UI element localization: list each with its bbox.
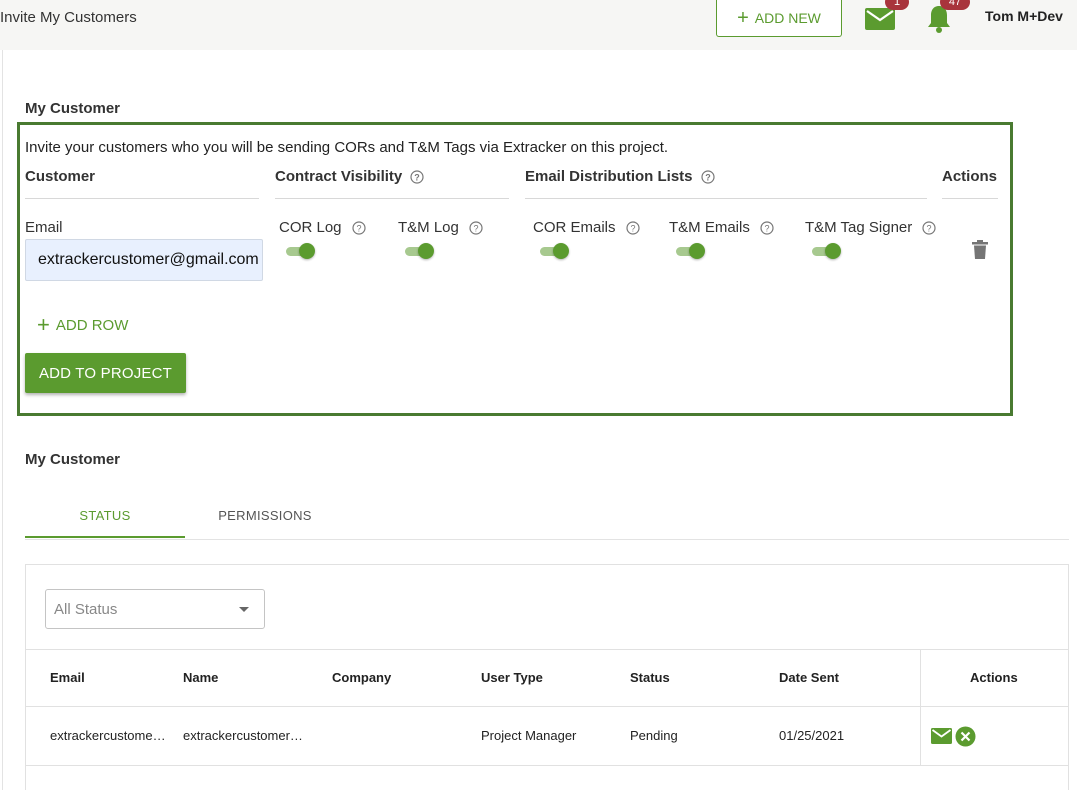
customer-column-rule: [25, 198, 259, 199]
actions-column-label: Actions: [942, 168, 998, 185]
contract-visibility-label: Contract Visibility: [275, 168, 403, 185]
table-header-status: Status: [630, 670, 670, 685]
email-distribution-rule: [525, 198, 927, 199]
invite-description: Invite your customers who you will be se…: [25, 139, 669, 156]
status-filter-value: All Status: [54, 600, 118, 618]
cor-emails-label: COR Emails ?: [533, 219, 640, 236]
resend-mail-icon[interactable]: [931, 728, 952, 744]
user-name[interactable]: Tom M+Dev: [985, 8, 1063, 24]
tab-permissions[interactable]: PERMISSIONS: [185, 500, 345, 538]
email-distribution-label: Email Distribution Lists: [525, 168, 693, 185]
email-distribution-header: Email Distribution Lists ?: [525, 168, 715, 185]
table-header-user-type: User Type: [481, 670, 543, 685]
help-icon[interactable]: ?: [760, 220, 774, 235]
tm-tag-signer-label-text: T&M Tag Signer: [805, 219, 913, 236]
tabs-divider: [25, 539, 1069, 540]
svg-text:?: ?: [473, 223, 478, 233]
cor-log-label: COR Log ?: [279, 219, 366, 236]
svg-text:?: ?: [927, 223, 932, 233]
cor-emails-toggle[interactable]: [540, 243, 570, 259]
mail-badge: 1: [885, 0, 909, 10]
table-cell-user-type: Project Manager: [481, 728, 577, 743]
customer-column-label: Customer: [25, 168, 96, 185]
tm-log-label-text: T&M Log: [398, 219, 459, 236]
cor-log-toggle[interactable]: [286, 243, 316, 259]
notification-badge: 47: [940, 0, 970, 10]
add-to-project-button[interactable]: ADD TO PROJECT: [25, 353, 186, 393]
help-icon[interactable]: ?: [469, 220, 483, 235]
add-new-button[interactable]: + ADD NEW: [716, 0, 842, 37]
tm-emails-label-text: T&M Emails: [669, 219, 750, 236]
invite-section-heading: My Customer: [25, 100, 121, 117]
actions-column-header: Actions: [942, 168, 997, 185]
help-icon[interactable]: ?: [700, 169, 715, 184]
email-label-text: Email: [25, 219, 63, 236]
svg-text:?: ?: [356, 223, 361, 233]
table-header-date-sent: Date Sent: [779, 670, 839, 685]
table-header-divider: [26, 706, 1069, 707]
contract-visibility-header: Contract Visibility ?: [275, 168, 424, 185]
help-icon[interactable]: ?: [625, 220, 640, 235]
table-cell-status: Pending: [630, 728, 678, 743]
trash-icon[interactable]: [971, 240, 989, 260]
plus-icon: +: [737, 7, 749, 29]
dropdown-caret-icon: [239, 607, 249, 612]
table-cell-email: extrackercustomer@gmail.com: [50, 728, 168, 743]
tm-log-label: T&M Log ?: [398, 219, 483, 236]
cor-emails-label-text: COR Emails: [533, 219, 616, 236]
svg-text:?: ?: [415, 172, 421, 182]
table-header-email: Email: [50, 670, 85, 685]
content-left-border: [2, 50, 3, 790]
table-row-divider: [26, 765, 1069, 766]
contract-visibility-rule: [275, 198, 509, 199]
tm-log-toggle[interactable]: [405, 243, 435, 259]
add-new-label: ADD NEW: [754, 10, 821, 26]
add-row-label: ADD ROW: [55, 316, 129, 334]
status-filter-select[interactable]: All Status: [45, 589, 265, 629]
tm-tag-signer-toggle[interactable]: [812, 243, 842, 259]
cancel-invite-icon[interactable]: [955, 726, 976, 747]
top-bar: Invite My Customers + ADD NEW 1 47 Tom M…: [0, 0, 1077, 50]
help-icon[interactable]: ?: [922, 220, 936, 235]
page-title: Invite My Customers: [0, 9, 137, 26]
table-header-actions: Actions: [970, 670, 1018, 685]
email-field[interactable]: [25, 239, 263, 281]
help-icon[interactable]: ?: [410, 169, 424, 184]
plus-icon: +: [37, 312, 50, 337]
tm-tag-signer-label: T&M Tag Signer ?: [805, 219, 936, 236]
actions-column-divider: [920, 650, 921, 766]
customer-column-header: Customer: [25, 168, 95, 185]
table-header-name: Name: [183, 670, 219, 685]
add-row-button[interactable]: + ADD ROW: [37, 314, 128, 336]
svg-text:?: ?: [630, 223, 635, 233]
table-cell-date-sent: 01/25/2021: [779, 728, 845, 743]
email-label: Email: [25, 219, 63, 236]
table-cell-name: extrackercustomer@gmail.com: [183, 728, 311, 743]
tm-emails-label: T&M Emails ?: [669, 219, 774, 236]
svg-text:?: ?: [705, 172, 711, 182]
cor-log-label-text: COR Log: [279, 219, 342, 236]
tm-emails-toggle[interactable]: [676, 243, 706, 259]
actions-column-rule: [942, 198, 998, 199]
tab-status[interactable]: STATUS: [25, 500, 185, 538]
table-header-company: Company: [332, 670, 392, 685]
svg-text:?: ?: [764, 223, 769, 233]
help-icon[interactable]: ?: [351, 220, 366, 235]
list-section-heading: My Customer: [25, 451, 121, 468]
